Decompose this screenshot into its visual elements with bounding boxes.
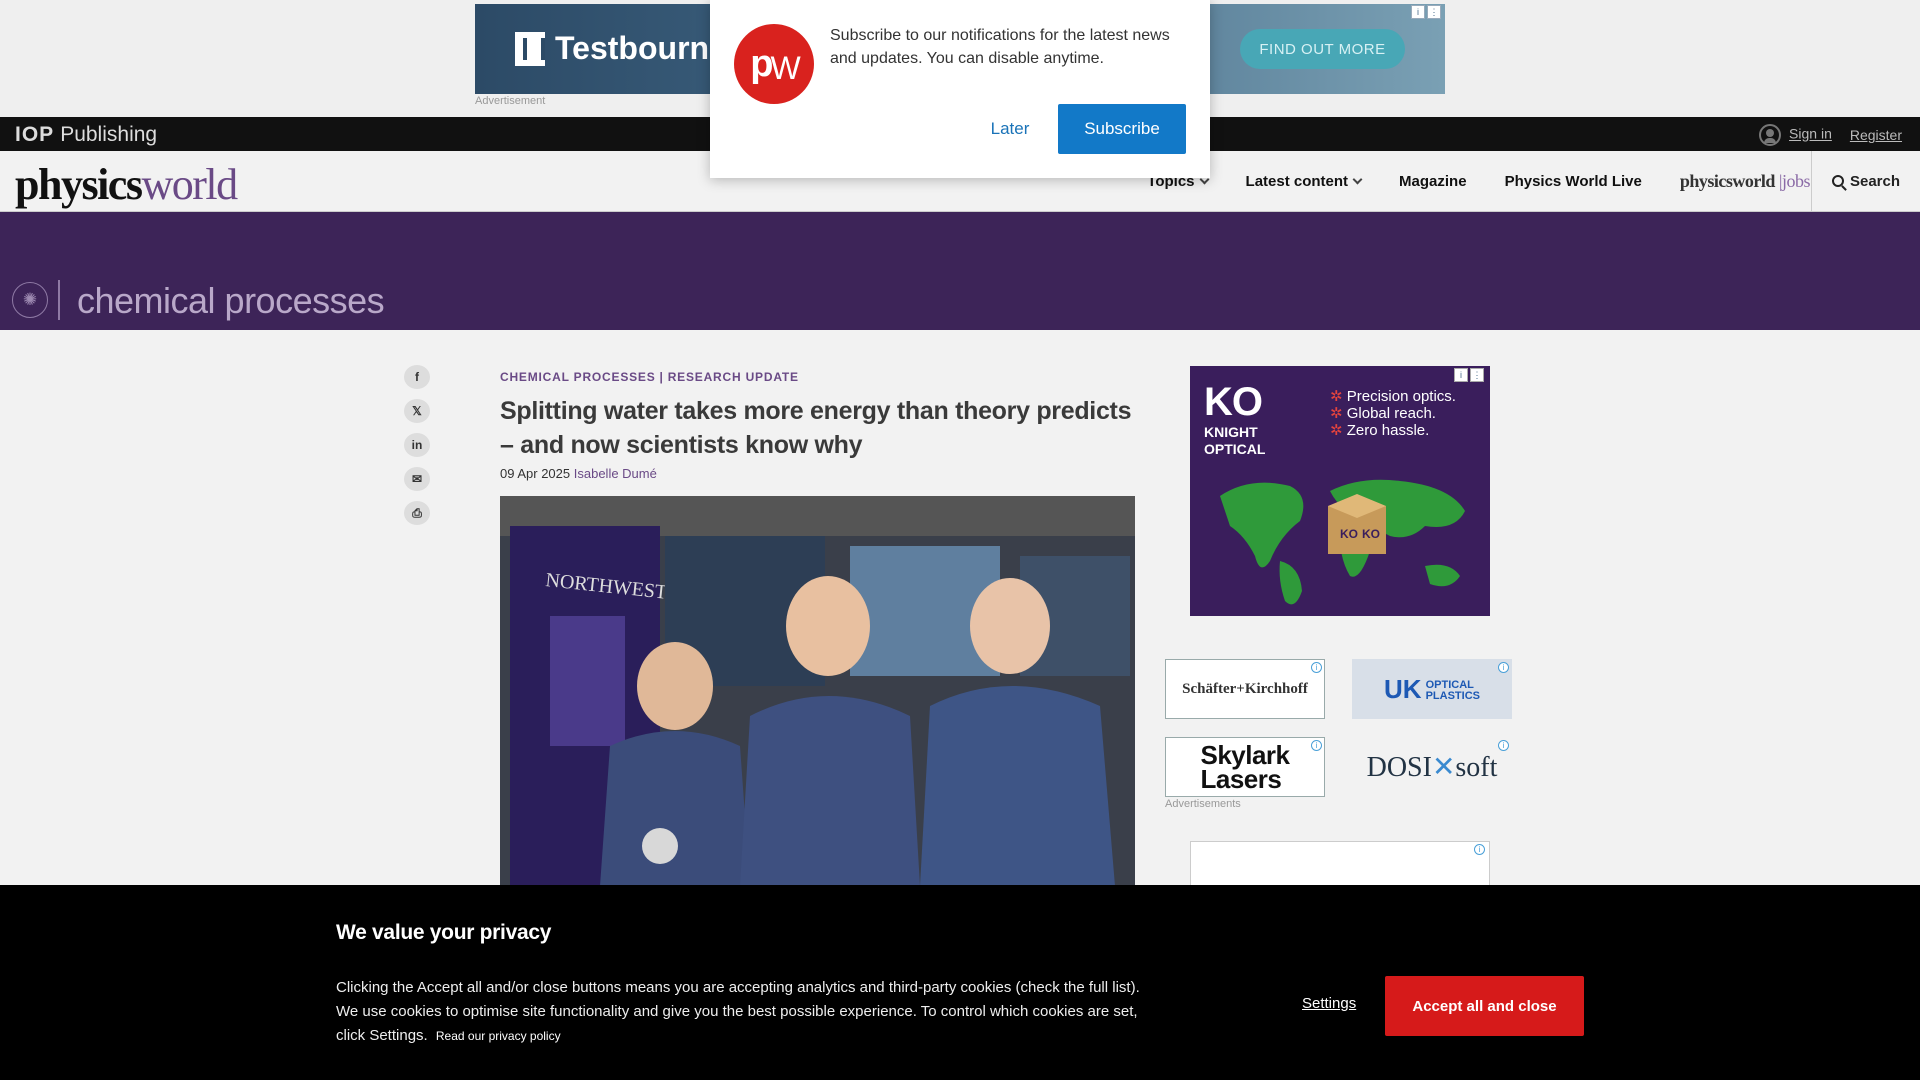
physics-world-logo[interactable]: physicsworld <box>15 159 238 210</box>
skylark-lasers-ad[interactable]: Skylark Lasers i <box>1165 737 1325 797</box>
sponsor-name: Schäfter+Kirchhoff <box>1182 680 1308 697</box>
account-links: Sign in Register <box>1759 124 1902 146</box>
nav-latest-label: Latest content <box>1245 172 1349 190</box>
accept-all-button[interactable]: Accept all and close <box>1385 976 1584 1036</box>
sponsor-subname: PLASTICS <box>1425 689 1480 702</box>
search-label: Search <box>1849 172 1901 190</box>
cookie-title: We value your privacy <box>336 921 552 944</box>
ko-logo: KO <box>1204 380 1263 424</box>
svg-text:KO: KO <box>1362 527 1380 541</box>
sign-in-link[interactable]: Sign in <box>1789 126 1832 142</box>
logo-part-physics: physics <box>15 160 143 209</box>
nav-latest-content[interactable]: Latest content <box>1245 172 1363 190</box>
jobs-logo-part2: jobs <box>1781 170 1811 191</box>
ad-info-icon[interactable]: i <box>1498 662 1509 673</box>
x-icon[interactable]: 𝕏 <box>404 399 430 423</box>
nav-magazine[interactable]: Magazine <box>1399 173 1467 190</box>
ad-brand: Testbourne <box>515 30 727 67</box>
privacy-policy-link[interactable]: Read our privacy policy <box>436 1029 561 1043</box>
sponsor-name: Lasers <box>1200 764 1282 794</box>
print-icon[interactable]: ⎙ <box>404 501 430 525</box>
ad-choices[interactable]: i ⋮ <box>1454 368 1484 382</box>
testbourne-logo-icon <box>515 31 545 66</box>
ko-bullet: Global reach. <box>1330 405 1456 422</box>
later-button[interactable]: Later <box>960 104 1060 154</box>
topic-divider <box>58 280 60 320</box>
article-byline: 09 Apr 2025 Isabelle Dumé <box>500 466 1136 481</box>
share-bar: f 𝕏 in ✉ ⎙ <box>404 365 430 525</box>
ad-info-icon[interactable]: i <box>1311 740 1322 751</box>
ko-bullet: Zero hassle. <box>1330 422 1456 439</box>
logo-part-world: world <box>141 160 238 209</box>
ko-company-name: KNIGHT OPTICAL <box>1204 424 1265 458</box>
jobs-logo-part1: physicsworld <box>1679 170 1776 191</box>
topic-banner: ✺ chemical processes <box>0 212 1920 330</box>
knight-optical-ad[interactable]: KO KNIGHT OPTICAL Precision optics. Glob… <box>1190 366 1490 616</box>
ad-cta-button[interactable]: FIND OUT MORE <box>1240 29 1405 69</box>
user-icon <box>1759 124 1782 146</box>
dosisoft-ad[interactable]: DOSI✕soft i <box>1352 737 1512 797</box>
iop-logo-text: Publishing <box>60 123 158 146</box>
sponsor-name: soft <box>1455 752 1498 783</box>
cookie-banner: We value your privacy Clicking the Accep… <box>0 885 1920 1080</box>
topic-icon: ✺ <box>12 282 48 318</box>
ad-label: Advertisement <box>475 95 546 107</box>
ad-info-icon[interactable]: i <box>1411 5 1425 19</box>
ad-info-icon[interactable]: i <box>1311 662 1322 673</box>
article-headline: Splitting water takes more energy than t… <box>500 397 1132 459</box>
notification-message: Subscribe to our notifications for the l… <box>830 27 1170 67</box>
nav-menu: Topics Latest content Magazine Physics W… <box>1147 151 1810 211</box>
ad-menu-icon[interactable]: ⋮ <box>1470 368 1484 382</box>
facebook-icon[interactable]: f <box>404 365 430 389</box>
email-icon[interactable]: ✉ <box>404 467 430 491</box>
article-header: CHEMICAL PROCESSES | RESEARCH UPDATE Split… <box>500 370 1136 481</box>
article-photo: NORTHWESTERN <box>500 496 1135 886</box>
chevron-down-icon <box>1352 174 1363 184</box>
ad-brand-name: Testbourne <box>555 30 727 66</box>
category-link[interactable]: CHEMICAL PROCESSES <box>500 370 656 384</box>
register-link[interactable]: Register <box>1850 127 1902 143</box>
uk-optical-plastics-ad[interactable]: UK OPTICAL PLASTICS i <box>1352 659 1512 719</box>
ad-info-icon[interactable]: i <box>1498 740 1509 751</box>
article-author-link[interactable]: Isabelle Dumé <box>574 466 657 481</box>
notification-prompt: pW Subscribe to our notifications for th… <box>710 0 1210 178</box>
ad-choices[interactable]: i ⋮ <box>1411 5 1441 19</box>
nav-physics-world-live[interactable]: Physics World Live <box>1505 173 1642 190</box>
cookie-settings-link[interactable]: Settings <box>1302 995 1356 1012</box>
subscribe-button[interactable]: Subscribe <box>1058 104 1186 154</box>
iop-logo-bold: IOP <box>15 123 55 146</box>
physics-world-jobs-link[interactable]: physicsworld |jobs <box>1679 170 1811 192</box>
svg-text:KO: KO <box>1340 527 1358 541</box>
pw-logo-icon: pW <box>734 24 814 104</box>
ko-bullet: Precision optics. <box>1330 388 1456 405</box>
article-categories: CHEMICAL PROCESSES | RESEARCH UPDATE <box>500 370 799 384</box>
ko-name-line: OPTICAL <box>1204 441 1266 457</box>
ads-label: Advertisements <box>1165 798 1241 810</box>
cookie-body: Clicking the Accept all and/or close but… <box>336 976 1166 1048</box>
ad-info-icon[interactable]: i <box>1474 844 1485 855</box>
ko-bullets: Precision optics. Global reach. Zero has… <box>1330 388 1456 439</box>
search-icon <box>1831 175 1844 187</box>
ad-menu-icon[interactable]: ⋮ <box>1427 5 1441 19</box>
logo-letter: p <box>750 42 773 85</box>
topic-title: chemical processes <box>77 280 385 321</box>
iop-logo[interactable]: IOP Publishing <box>15 123 157 147</box>
sponsor-name: UK <box>1384 673 1422 704</box>
search-button[interactable]: Search <box>1811 151 1920 211</box>
sponsor-name: DOSI <box>1366 752 1432 783</box>
logo-letter: W <box>770 49 801 86</box>
ad-info-icon[interactable]: i <box>1454 368 1468 382</box>
category-link[interactable]: RESEARCH UPDATE <box>668 370 799 384</box>
schafter-kirchhoff-ad[interactable]: Schäfter+Kirchhoff i <box>1165 659 1325 719</box>
article-date: 09 Apr 2025 <box>500 466 571 481</box>
world-map-icon: KO KO <box>1220 479 1465 605</box>
linkedin-icon[interactable]: in <box>404 433 430 457</box>
ko-name-line: KNIGHT <box>1204 424 1258 440</box>
